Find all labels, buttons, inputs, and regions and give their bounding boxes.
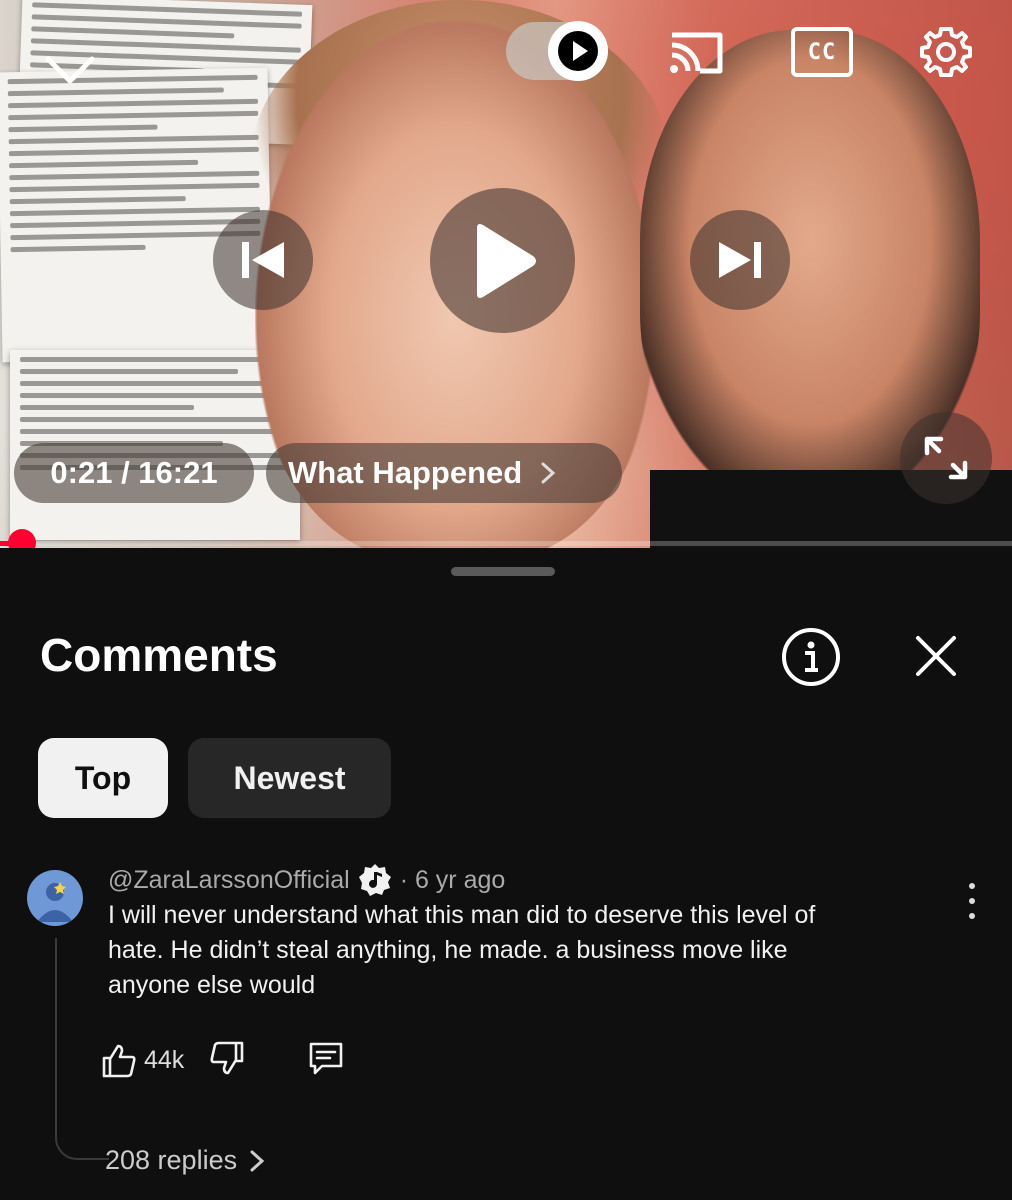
cast-icon[interactable] <box>665 22 727 82</box>
dislike-button[interactable] <box>208 1039 246 1082</box>
replies-count: 208 replies <box>105 1145 238 1175</box>
panel-title: Comments <box>40 629 278 681</box>
cc-icon[interactable]: CC <box>790 22 854 82</box>
comment-text: I will never understand what this man di… <box>108 901 816 999</box>
chapter-title: What Happened <box>288 455 523 490</box>
comment-author[interactable]: @ZaraLarssonOfficial <box>108 866 350 895</box>
close-icon[interactable] <box>912 632 960 680</box>
comment-age: · 6 yr ago <box>399 865 506 894</box>
skip-next-button[interactable] <box>690 210 790 310</box>
tab-top-label: Top <box>74 759 132 796</box>
video-player[interactable]: CC 0:21 / 16:21 What Happened <box>0 0 1012 548</box>
more-options-icon[interactable] <box>955 883 989 919</box>
play-button[interactable] <box>430 188 575 333</box>
like-button[interactable]: 44k <box>100 1042 184 1080</box>
chapter-button[interactable]: What Happened <box>266 443 622 503</box>
progress-bar[interactable] <box>0 541 1012 546</box>
thumbnail-document <box>0 67 273 363</box>
autoplay-toggle[interactable] <box>506 21 608 81</box>
gear-icon[interactable] <box>914 22 978 82</box>
avatar[interactable] <box>27 870 83 926</box>
skip-previous-icon <box>242 242 284 278</box>
fullscreen-icon <box>924 436 968 480</box>
fullscreen-button[interactable] <box>900 412 992 504</box>
drag-handle[interactable] <box>451 567 555 576</box>
comment-reply-icon <box>310 1042 343 1075</box>
tab-top[interactable]: Top <box>38 738 168 818</box>
skip-previous-button[interactable] <box>213 210 313 310</box>
tab-newest-label: Newest <box>233 759 346 796</box>
skip-next-icon <box>719 242 761 278</box>
comment-meta: @ZaraLarssonOfficial · 6 yr ago <box>108 863 505 897</box>
thumbs-up-icon <box>102 1044 136 1077</box>
time-text: 0:21 / 16:21 <box>50 455 218 490</box>
cc-label: CC <box>791 27 853 77</box>
view-replies-button[interactable]: 208 replies <box>105 1145 265 1176</box>
thumbs-down-icon <box>210 1041 244 1075</box>
chevron-down-icon[interactable] <box>40 40 100 100</box>
play-icon <box>476 223 536 298</box>
tab-newest[interactable]: Newest <box>188 738 391 818</box>
autoplay-toggle-icon <box>548 21 608 81</box>
like-count: 44k <box>144 1046 185 1074</box>
chevron-right-icon <box>541 462 556 484</box>
verified-artist-icon <box>358 864 391 896</box>
info-icon[interactable] <box>780 626 842 688</box>
time-display: 0:21 / 16:21 <box>14 443 254 503</box>
comments-panel: Comments Top Newest @ZaraLarssonOfficial… <box>0 548 1012 1200</box>
reply-button[interactable] <box>306 1038 346 1083</box>
comment-actions: 44k <box>100 1038 346 1083</box>
chevron-right-icon <box>250 1150 265 1171</box>
